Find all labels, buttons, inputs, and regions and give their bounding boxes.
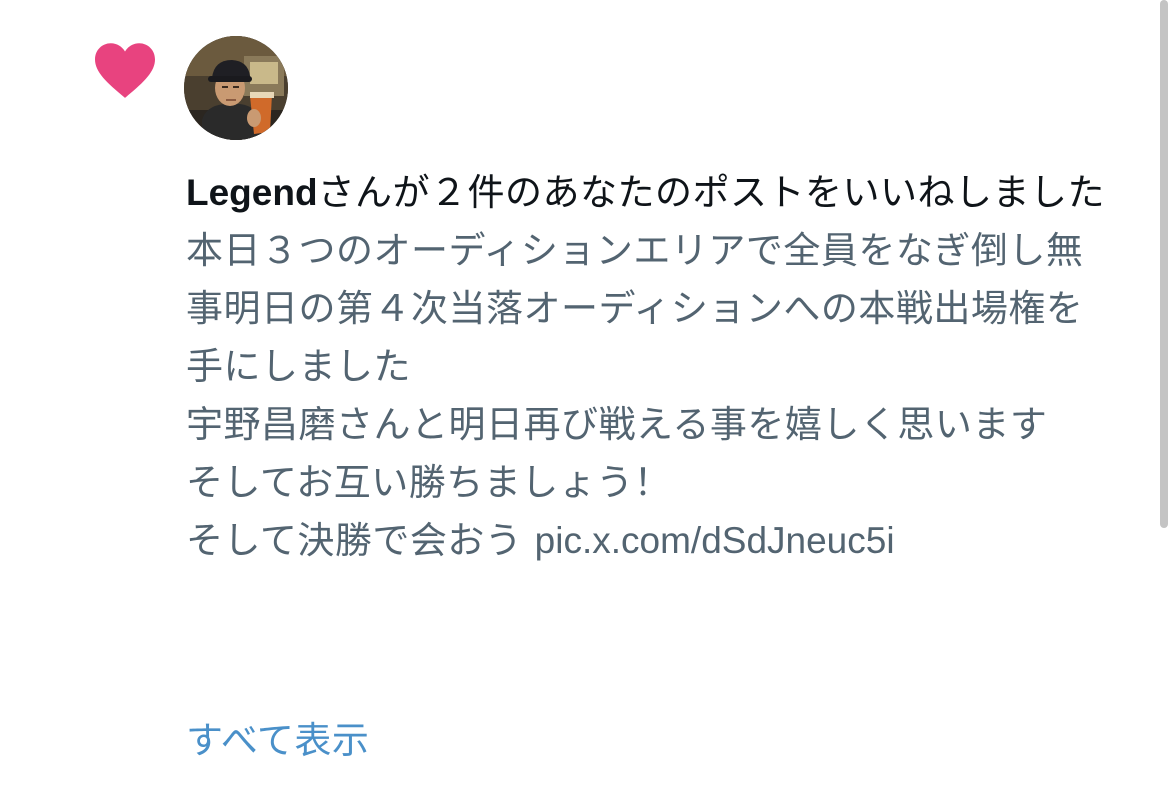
scrollbar-thumb[interactable] xyxy=(1160,0,1168,528)
avatar-image xyxy=(184,36,288,140)
post-line: そしてお互い勝ちましょう！ xyxy=(186,461,672,504)
show-all-link[interactable]: すべて表示 xyxy=(186,712,369,770)
heart-icon xyxy=(95,43,155,98)
avatar[interactable] xyxy=(184,36,288,140)
post-line: そして決勝で会おう xyxy=(186,519,523,562)
action-text: さんが２件のあなたのポストをいいねしました xyxy=(317,171,1106,214)
scrollbar[interactable] xyxy=(1158,0,1170,808)
username[interactable]: Legend xyxy=(186,172,318,213)
post-line: 宇野昌磨さんと明日再び戦える事を嬉しく思います xyxy=(186,403,1048,446)
post-text[interactable]: 本日３つのオーディションエリアで全員をなぎ倒し無事明日の第４次当落オーディション… xyxy=(186,222,1116,570)
post-link[interactable]: pic.x.com/dSdJneuc5i xyxy=(535,520,895,561)
notification-content: Legendさんが２件のあなたのポストをいいねしました 本日３つのオーディション… xyxy=(186,164,1116,570)
notification-headline: Legendさんが２件のあなたのポストをいいねしました xyxy=(186,164,1116,222)
post-line: 本日３つのオーディションエリアで全員をなぎ倒し無事明日の第４次当落オーディション… xyxy=(186,229,1084,388)
